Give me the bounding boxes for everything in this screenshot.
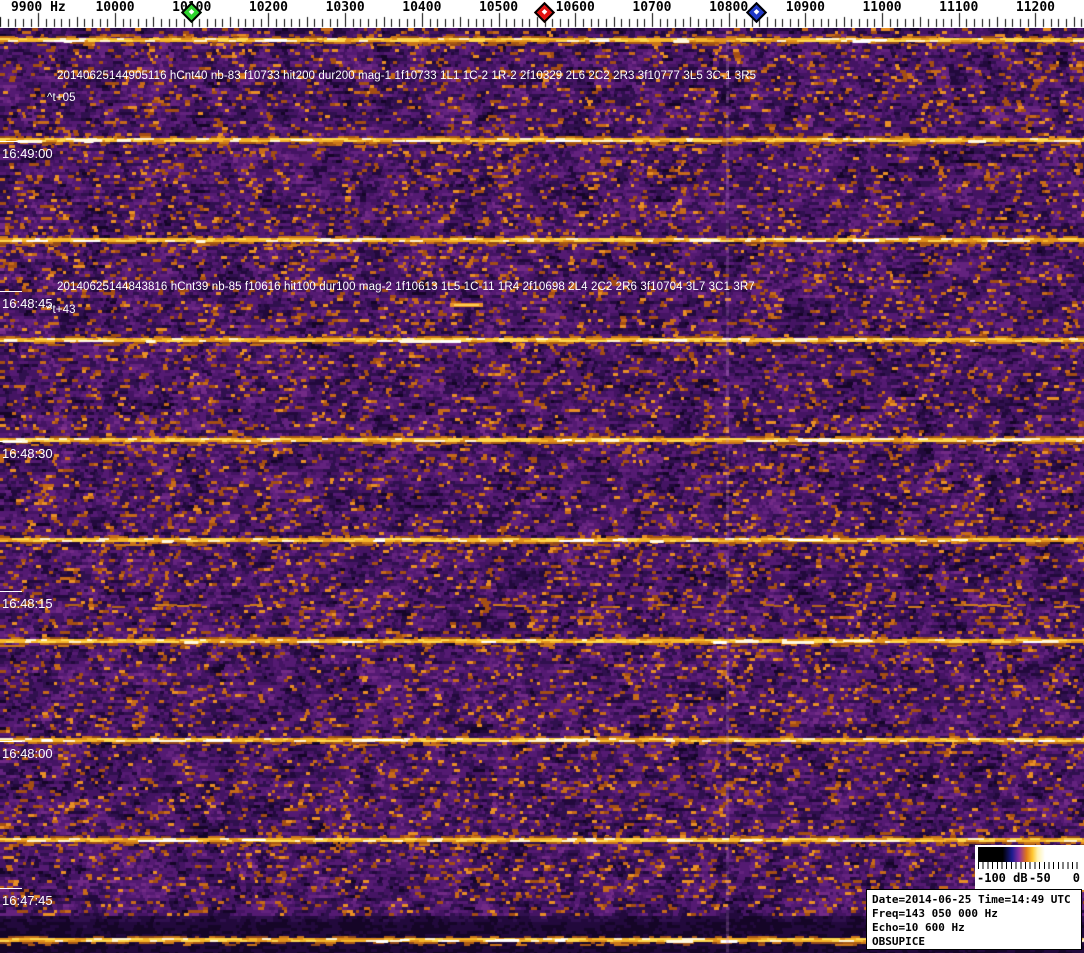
db-label-min: -100 dB — [977, 871, 1028, 885]
freq-label: 10500 — [478, 0, 519, 15]
freq-label: 11200 — [1015, 0, 1056, 15]
time-label: 16:48:45 — [2, 296, 53, 311]
freq-label: 10900 — [785, 0, 825, 15]
time-tick-line — [0, 741, 22, 742]
freq-label: 11000 — [862, 0, 902, 15]
spectrum-waterfall-window: 9900 Hz100001010010200103001040010500106… — [0, 0, 1084, 953]
time-label: 16:49:00 — [2, 146, 53, 161]
freq-label: 10200 — [248, 0, 289, 15]
waterfall-canvas[interactable] — [0, 28, 1084, 953]
detection-annotation-text: 20140625144905116 hCnt40 nb-83 f10733 hi… — [57, 70, 757, 82]
db-gradient-bar — [978, 847, 1081, 862]
db-label-max: 0 — [1072, 871, 1080, 885]
time-tick-line — [0, 441, 22, 442]
freq-label: 10300 — [325, 0, 365, 15]
detection-annotation-text: 20140625144843816 hCnt39 nb-85 f10616 hi… — [57, 281, 755, 293]
time-tick-line — [0, 291, 22, 292]
time-label: 16:47:45 — [2, 893, 53, 908]
info-echo-line: Echo=10 600 Hz — [872, 921, 965, 934]
freq-label: 10600 — [555, 0, 595, 15]
db-scale-ticks — [978, 862, 1081, 869]
time-label: 16:48:30 — [2, 446, 53, 461]
freq-label: 10800 — [709, 0, 749, 15]
freq-label: 9900 Hz — [10, 0, 66, 15]
db-label-mid: -50 — [1029, 871, 1051, 885]
time-tick-line — [0, 591, 22, 592]
info-freq-line: Freq=143 050 000 Hz — [872, 907, 998, 920]
detection-annotation-offset: ^t+05 — [47, 92, 76, 104]
time-tick-line — [0, 888, 22, 889]
frequency-ruler[interactable]: 9900 Hz100001010010200103001040010500106… — [0, 0, 1084, 28]
time-label: 16:48:00 — [2, 746, 53, 761]
time-label: 16:48:15 — [2, 596, 53, 611]
info-date-line: Date=2014-06-25 Time=14:49 UTC — [872, 893, 1071, 906]
freq-label: 11100 — [939, 0, 979, 15]
db-scale-labels: -100 dB -50 0 — [975, 871, 1084, 887]
info-station-line: OBSUPICE — [872, 935, 925, 948]
freq-label: 10400 — [402, 0, 442, 15]
waterfall-display[interactable]: 20140625144905116 hCnt40 nb-83 f10733 hi… — [0, 28, 1084, 953]
time-tick-line — [0, 141, 22, 142]
observation-info-box: Date=2014-06-25 Time=14:49 UTC Freq=143 … — [866, 889, 1082, 950]
freq-label: 10700 — [632, 0, 672, 15]
db-scale-panel: -100 dB -50 0 — [975, 845, 1084, 890]
freq-label: 10000 — [95, 0, 135, 15]
